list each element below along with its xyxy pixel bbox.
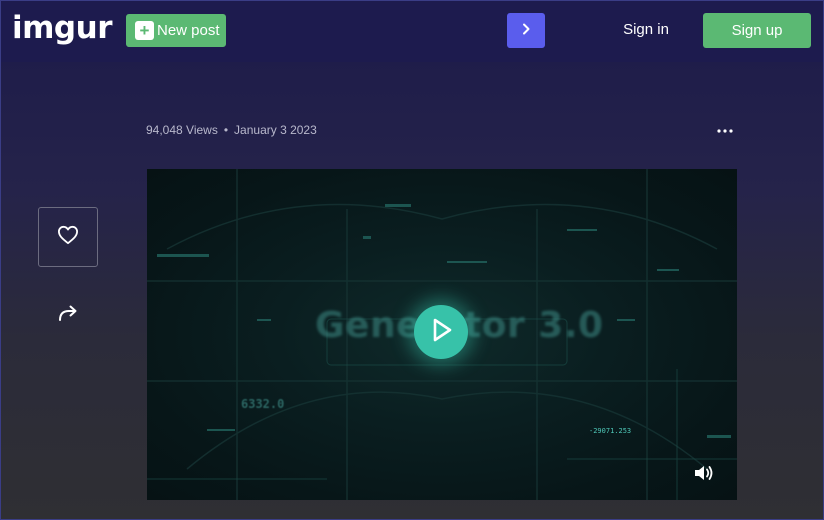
- new-post-button[interactable]: + New post: [126, 14, 226, 47]
- plus-icon: +: [135, 21, 154, 40]
- volume-icon: [693, 464, 715, 487]
- heart-icon: [57, 225, 79, 250]
- video-player[interactable]: Generator 3.0 6332.0 -29071.253: [147, 169, 737, 500]
- chevron-right-icon: [521, 22, 531, 40]
- next-post-button[interactable]: [507, 13, 545, 48]
- view-count: 94,048 Views: [146, 123, 218, 137]
- volume-button[interactable]: [692, 465, 716, 485]
- video-overlay-number: 6332.0: [241, 397, 285, 411]
- share-button[interactable]: [52, 298, 84, 332]
- play-button[interactable]: [414, 305, 468, 359]
- play-icon: [429, 317, 453, 348]
- share-arrow-icon: [57, 304, 79, 327]
- meta-separator: •: [223, 123, 229, 137]
- post-meta: 94,048 Views • January 3 2023: [146, 123, 317, 137]
- sign-up-button[interactable]: Sign up: [703, 13, 811, 48]
- more-options-button[interactable]: [712, 120, 738, 138]
- sign-in-link[interactable]: Sign in: [610, 21, 682, 38]
- more-horizontal-icon: [717, 120, 733, 138]
- like-button[interactable]: [38, 207, 98, 267]
- top-navigation-bar: imgur + New post Sign in Sign up: [0, 0, 824, 62]
- video-overlay-coordinate: -29071.253: [589, 427, 632, 435]
- imgur-logo[interactable]: imgur: [12, 10, 112, 46]
- post-date: January 3 2023: [234, 123, 317, 137]
- new-post-label: New post: [157, 22, 220, 39]
